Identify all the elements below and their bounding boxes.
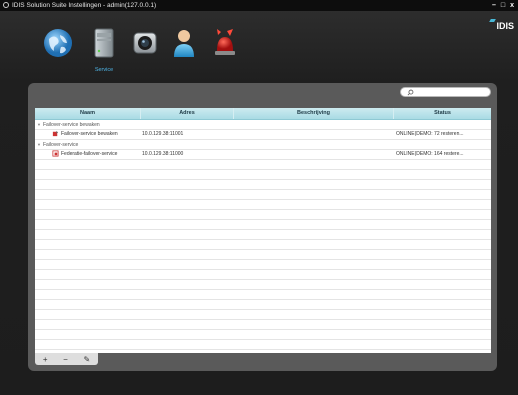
empty-row xyxy=(35,170,491,180)
empty-row xyxy=(35,290,491,300)
edit-icon[interactable]: ✎ xyxy=(83,355,90,364)
app-icon xyxy=(3,2,9,8)
empty-row xyxy=(35,230,491,240)
empty-row xyxy=(35,160,491,170)
federation-service-icon xyxy=(52,150,59,157)
empty-row xyxy=(35,310,491,320)
empty-row xyxy=(35,300,491,310)
empty-row xyxy=(35,340,491,350)
maximize-button[interactable]: □ xyxy=(501,0,505,11)
empty-row xyxy=(35,240,491,250)
camera-icon[interactable] xyxy=(129,27,161,59)
service-table: Naam Adres Beschrijving Status ▼ Failover… xyxy=(35,108,491,353)
column-header-address[interactable]: Adres xyxy=(141,108,234,119)
group-row[interactable]: ▼ Failover-service xyxy=(35,140,491,150)
empty-row xyxy=(35,180,491,190)
table-header: Naam Adres Beschrijving Status xyxy=(35,108,491,120)
empty-row xyxy=(35,270,491,280)
add-button[interactable]: + xyxy=(43,355,48,364)
window-title: IDIS Solution Suite Instellingen - admin… xyxy=(12,2,157,9)
empty-row xyxy=(35,260,491,270)
table-row[interactable]: Federatie-failover-service 10.0.129.38:1… xyxy=(35,150,491,160)
empty-row xyxy=(35,220,491,230)
empty-row xyxy=(35,330,491,340)
active-section-label: Service xyxy=(94,67,114,73)
idis-logo: IDIS xyxy=(489,19,514,31)
column-header-name[interactable]: Naam xyxy=(35,108,141,119)
empty-row xyxy=(35,250,491,260)
search-icon xyxy=(407,89,414,96)
expand-triangle-icon[interactable]: ▼ xyxy=(37,120,41,129)
search-input[interactable] xyxy=(400,87,491,97)
group-label: Failover-service xyxy=(42,142,79,148)
row-actions-toolbar: + − ✎ xyxy=(35,353,98,365)
empty-row xyxy=(35,320,491,330)
service-icon xyxy=(52,130,59,137)
group-row[interactable]: ▼ Failover-service bewaken xyxy=(35,120,491,130)
window-controls: – □ x xyxy=(492,0,514,11)
group-label: Failover-service bewaken xyxy=(42,122,100,128)
empty-row xyxy=(35,210,491,220)
empty-row xyxy=(35,280,491,290)
empty-row xyxy=(35,200,491,210)
empty-row xyxy=(35,190,491,200)
minimize-button[interactable]: – xyxy=(492,0,496,11)
column-header-status[interactable]: Status xyxy=(394,108,491,119)
user-icon[interactable] xyxy=(168,27,200,59)
column-header-description[interactable]: Beschrijving xyxy=(234,108,394,119)
server-icon[interactable] xyxy=(88,27,120,59)
expand-triangle-icon[interactable]: ▼ xyxy=(37,140,41,149)
remove-button[interactable]: − xyxy=(63,355,68,364)
table-body: ▼ Failover-service bewaken Failover-servi… xyxy=(35,120,491,350)
globe-icon[interactable] xyxy=(42,27,74,59)
title-bar: IDIS Solution Suite Instellingen - admin… xyxy=(0,0,518,11)
table-row[interactable]: Failover-service bewaken 10.0.129.38:110… xyxy=(35,130,491,140)
close-button[interactable]: x xyxy=(510,0,514,11)
alarm-icon[interactable] xyxy=(209,27,241,59)
